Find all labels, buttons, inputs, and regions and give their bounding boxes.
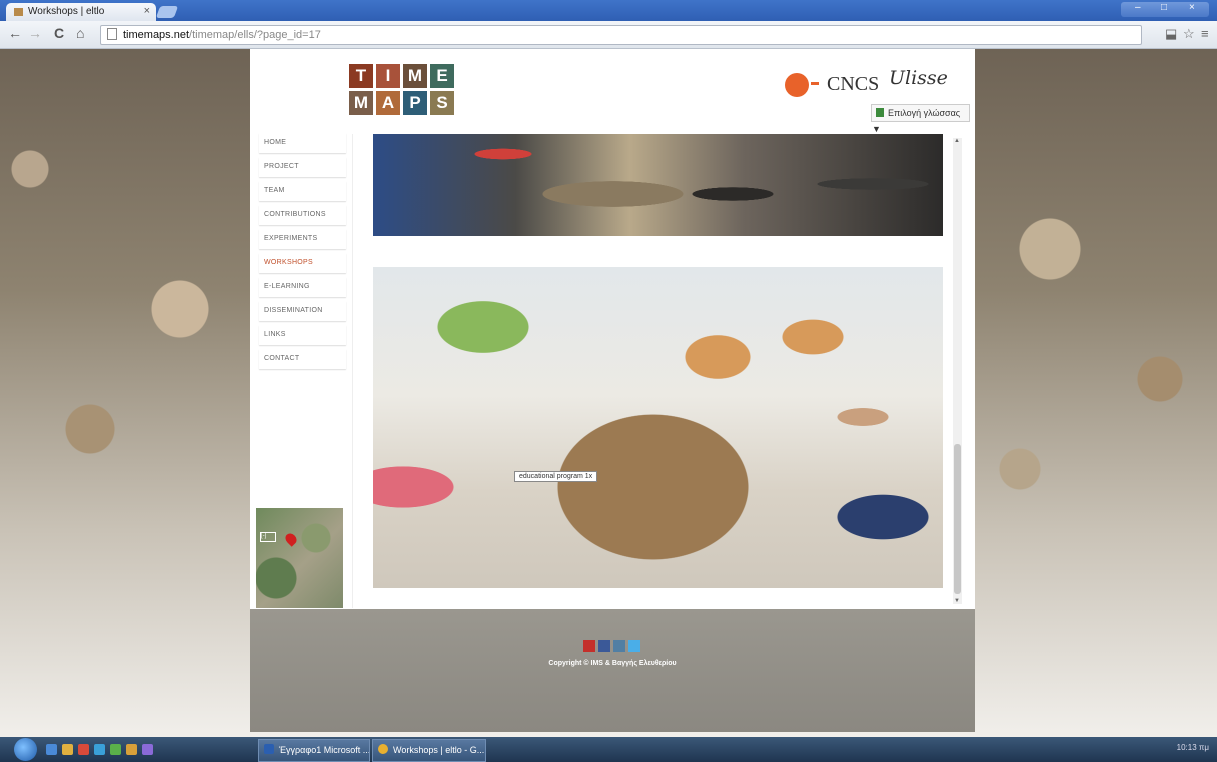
workshop-photo[interactable] [373, 267, 943, 588]
scroll-down-icon[interactable]: ▼ [954, 598, 960, 604]
nav-item-experiments[interactable]: EXPERIMENTS [259, 229, 346, 249]
close-window-button[interactable]: × [1189, 2, 1195, 13]
map-pin-icon[interactable] [283, 531, 299, 547]
instagram-icon[interactable] [613, 640, 625, 652]
address-bar[interactable]: timemaps.net/timemap/ells/?page_id=17 [100, 25, 1142, 45]
logo-letter: A [376, 91, 400, 115]
taskbar-item-label: Workshops | eltlo - G... [393, 745, 485, 755]
windows-taskbar: Έγγραφο1 Microsoft ... Workshops | eltlo… [0, 737, 1217, 762]
scroll-up-icon[interactable]: ▲ [954, 138, 960, 144]
browser-tabstrip: Workshops | eltlo × – □ × [0, 0, 1217, 21]
browser-toolbar: ← → C ⌂ timemaps.net/timemap/ells/?page_… [0, 21, 1217, 49]
back-button[interactable]: ← [8, 25, 22, 41]
menu-icon[interactable]: ≡ [1201, 26, 1209, 41]
taskbar-item-word[interactable]: Έγγραφο1 Microsoft ... [258, 739, 370, 762]
minimize-button[interactable]: – [1135, 2, 1141, 13]
social-links [583, 640, 643, 654]
quicklaunch-folder-icon[interactable] [62, 744, 73, 755]
photo-caption: educational program 1x [514, 471, 598, 482]
logo-letter: M [349, 91, 373, 115]
page-viewport: T I M E M A P S CNCS Ulisse Επιλογή γλώσ… [0, 49, 1217, 737]
extensions-icon[interactable]: ⬓ [1165, 26, 1177, 42]
word-icon [264, 744, 274, 754]
quicklaunch-app-icon[interactable] [142, 744, 153, 755]
quicklaunch-app-icon[interactable] [126, 744, 137, 755]
tab-close-button[interactable]: × [144, 5, 150, 17]
logo-letter: M [403, 64, 427, 88]
timemaps-logo[interactable]: T I M E M A P S [349, 64, 455, 116]
content-scrollbar[interactable]: ▲ ▼ [953, 138, 962, 604]
map-zoom-control[interactable]: [-] [260, 532, 276, 542]
start-button[interactable] [14, 738, 37, 761]
tab-favicon-icon [14, 8, 23, 16]
scroll-thumb[interactable] [954, 444, 961, 594]
workshop-photo[interactable] [373, 134, 943, 236]
url-domain: timemaps.net [123, 29, 190, 41]
logo-letter: E [430, 64, 454, 88]
new-tab-button[interactable] [155, 6, 179, 18]
copyright-text: Copyright © IMS & Βαγγής Ελευθερίου [548, 660, 677, 667]
script-logo[interactable]: Ulisse [889, 67, 948, 89]
home-button[interactable]: ⌂ [76, 25, 84, 41]
language-selector[interactable]: Επιλογή γλώσσας ▼ [871, 104, 970, 134]
window-controls: – □ × [1121, 2, 1209, 17]
partner-badge-dash [811, 82, 819, 85]
language-selector-label: Επιλογή γλώσσας ▼ [872, 108, 961, 134]
forward-button[interactable]: → [28, 25, 42, 41]
language-flag-icon [876, 108, 884, 117]
nav-item-links[interactable]: LINKS [259, 325, 346, 345]
logo-letter: S [430, 91, 454, 115]
nav-item-dissemination[interactable]: DISSEMINATION [259, 301, 346, 321]
reload-button[interactable]: C [54, 25, 64, 41]
logo-letter: I [376, 64, 400, 88]
taskbar-item-chrome[interactable]: Workshops | eltlo - G... [372, 739, 486, 762]
url-path: /timemap/ells/?page_id=17 [189, 29, 321, 41]
gallery-content: educational program 1x ▲ ▼ [352, 134, 968, 608]
nav-item-home[interactable]: HOME [259, 133, 346, 153]
tab-title: Workshops | eltlo [28, 6, 105, 17]
nav-item-team[interactable]: TEAM [259, 181, 346, 201]
maximize-button[interactable]: □ [1161, 2, 1167, 13]
site-container: T I M E M A P S CNCS Ulisse Επιλογή γλώσ… [250, 49, 975, 732]
quicklaunch-media-icon[interactable] [78, 744, 89, 755]
quicklaunch-ie-icon[interactable] [46, 744, 57, 755]
sidebar-nav: HOME PROJECT TEAM CONTRIBUTIONS EXPERIME… [259, 133, 346, 373]
cncs-logo[interactable]: CNCS [827, 73, 879, 96]
logo-letter: P [403, 91, 427, 115]
facebook-icon[interactable] [598, 640, 610, 652]
bookmark-star-icon[interactable]: ☆ [1183, 26, 1195, 42]
quicklaunch-app-icon[interactable] [94, 744, 105, 755]
partner-logos: CNCS Ulisse [785, 67, 948, 101]
location-map[interactable]: [-] [256, 508, 343, 608]
youtube-icon[interactable] [583, 640, 595, 652]
nav-item-project[interactable]: PROJECT [259, 157, 346, 177]
site-footer: Copyright © IMS & Βαγγής Ελευθερίου [250, 609, 975, 732]
logo-letter: T [349, 64, 373, 88]
browser-tab[interactable]: Workshops | eltlo × [6, 3, 156, 21]
twitter-icon[interactable] [628, 640, 640, 652]
system-tray-clock[interactable]: 10:13 πμ [1177, 743, 1209, 752]
nav-item-workshops[interactable]: WORKSHOPS [259, 253, 346, 273]
nav-item-contact[interactable]: CONTACT [259, 349, 346, 369]
taskbar-item-label: Έγγραφο1 Microsoft ... [279, 745, 370, 755]
partner-badge-icon[interactable] [785, 73, 809, 97]
nav-item-contributions[interactable]: CONTRIBUTIONS [259, 205, 346, 225]
chrome-icon [378, 744, 388, 754]
nav-item-elearning[interactable]: E-LEARNING [259, 277, 346, 297]
quicklaunch-app-icon[interactable] [110, 744, 121, 755]
page-icon [107, 28, 117, 40]
